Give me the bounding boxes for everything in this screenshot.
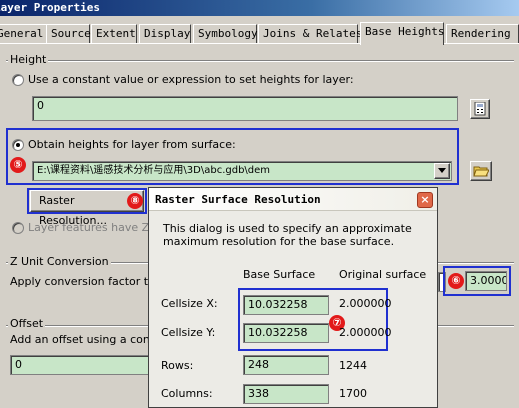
open-folder-icon xyxy=(473,166,490,177)
annotation-marker-7: ⑧ xyxy=(127,193,143,209)
surface-option-label: Obtain heights for layer from surface: xyxy=(28,138,236,151)
cellsize-x-field[interactable]: 10.032258 xyxy=(243,295,329,315)
dialog-description-line1: This dialog is used to specify an approx… xyxy=(163,222,412,235)
base-surface-header: Base Surface xyxy=(243,268,316,281)
constant-radio[interactable] xyxy=(12,74,24,86)
z-values-radio[interactable] xyxy=(12,222,24,234)
columns-label: Columns: xyxy=(161,387,213,400)
conversion-factor-field[interactable]: 3.0000 xyxy=(465,271,507,291)
window-title-bar: Layer Properties xyxy=(0,0,519,16)
height-group-label: Height xyxy=(8,53,49,66)
tab-rendering[interactable]: Rendering xyxy=(446,24,519,44)
rows-original: 1244 xyxy=(339,359,367,372)
dialog-description-line2: maximum resolution for the base surface. xyxy=(163,235,395,248)
surface-radio[interactable] xyxy=(12,139,24,151)
window-title: Layer Properties xyxy=(0,1,100,14)
rows-label: Rows: xyxy=(161,359,194,372)
expression-calculator-button[interactable] xyxy=(470,99,490,119)
original-surface-header: Original surface xyxy=(339,268,427,281)
browse-surface-button[interactable] xyxy=(470,161,492,181)
cellsize-y-field[interactable]: 10.032258 xyxy=(243,323,329,343)
constant-option-label: Use a constant value or expression to se… xyxy=(28,73,354,86)
dialog-title-bar: Raster Surface Resolution xyxy=(149,188,437,211)
offset-value-field[interactable]: 0 xyxy=(10,355,150,375)
cellsize-y-original: 2.000000 xyxy=(339,326,392,339)
raster-resolution-dialog: Raster Surface Resolution × This dialog … xyxy=(148,187,438,408)
cellsize-x-label: Cellsize X: xyxy=(161,297,218,310)
offset-group-label: Offset xyxy=(8,317,46,330)
tab-symbology[interactable]: Symbology xyxy=(193,24,258,44)
close-icon: × xyxy=(420,193,430,206)
z-unit-group-label: Z Unit Conversion xyxy=(8,255,111,268)
tab-display[interactable]: Display xyxy=(139,24,191,44)
dialog-close-button[interactable]: × xyxy=(417,192,433,208)
surface-path-dropdown[interactable]: E:\课程资料\遥感技术分析与应用\3D\abc.gdb\dem xyxy=(32,161,452,181)
tab-base-heights[interactable]: Base Heights xyxy=(360,22,444,45)
height-group-border xyxy=(6,60,514,61)
calculator-icon xyxy=(474,101,486,116)
constant-value-field[interactable]: 0 xyxy=(32,96,458,121)
tab-bar: General Source Extent Display Symbology … xyxy=(0,22,519,45)
columns-original: 1700 xyxy=(339,387,367,400)
tab-source[interactable]: Source xyxy=(46,24,91,44)
cellsize-x-original: 2.000000 xyxy=(339,297,392,310)
surface-dropdown-button[interactable] xyxy=(434,163,450,179)
tab-general[interactable]: General xyxy=(0,24,48,44)
rows-field[interactable]: 248 xyxy=(243,355,329,375)
conversion-factor-label: Apply conversion factor to place xyxy=(10,275,148,288)
cellsize-y-label: Cellsize Y: xyxy=(161,326,216,339)
offset-label: Add an offset using a constant xyxy=(10,333,148,346)
tab-joins-relates[interactable]: Joins & Relates xyxy=(258,24,362,44)
z-values-option-label: Layer features have Z values. Use them f… xyxy=(28,221,148,234)
tab-extent[interactable]: Extent xyxy=(91,24,137,44)
dialog-title: Raster Surface Resolution xyxy=(155,193,321,206)
columns-field[interactable]: 338 xyxy=(243,384,329,404)
chevron-down-icon xyxy=(438,168,446,173)
annotation-marker-5: ⑤ xyxy=(10,157,26,173)
annotation-marker-6: ⑥ xyxy=(448,273,464,289)
